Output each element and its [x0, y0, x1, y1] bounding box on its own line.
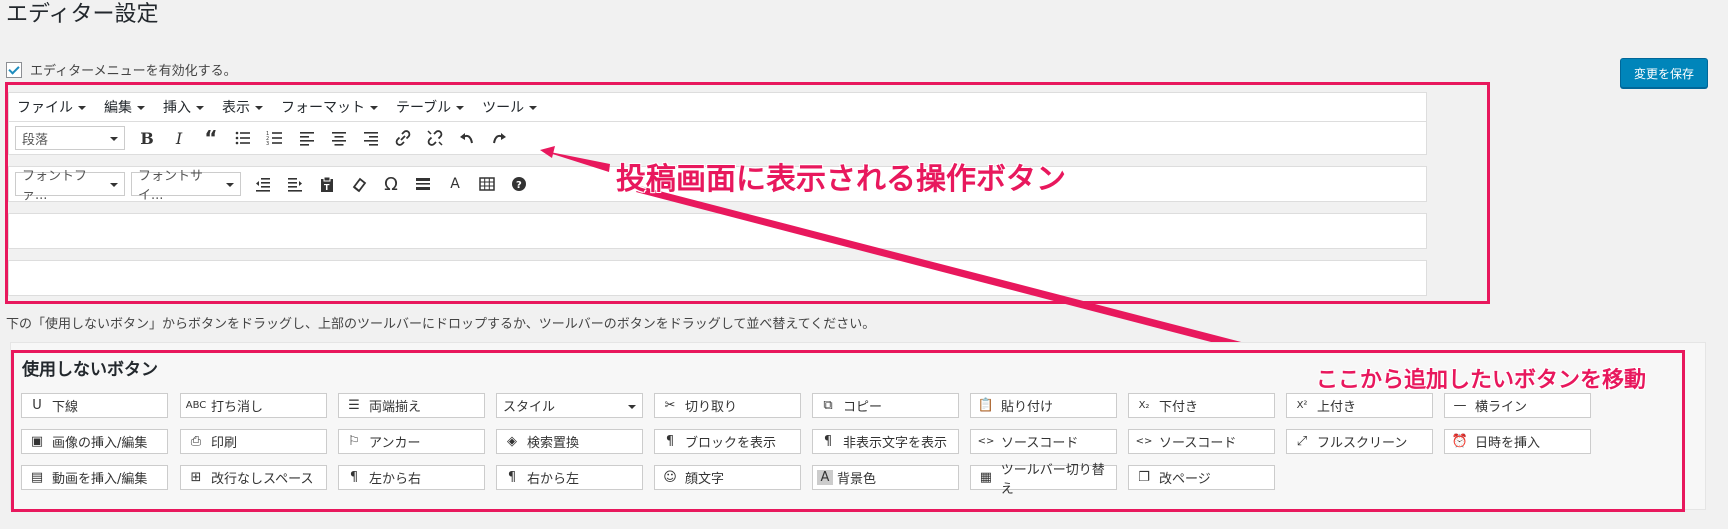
toolbar-annotation-label: 投稿画面に表示される操作ボタン	[616, 162, 1066, 197]
drag-hint-text: 下の「使用しないボタン」からボタンをドラッグし、上部のツールバーにドロップするか…	[6, 317, 876, 332]
move-annotation-label: ここから追加したいボタンを移動	[1316, 368, 1647, 393]
